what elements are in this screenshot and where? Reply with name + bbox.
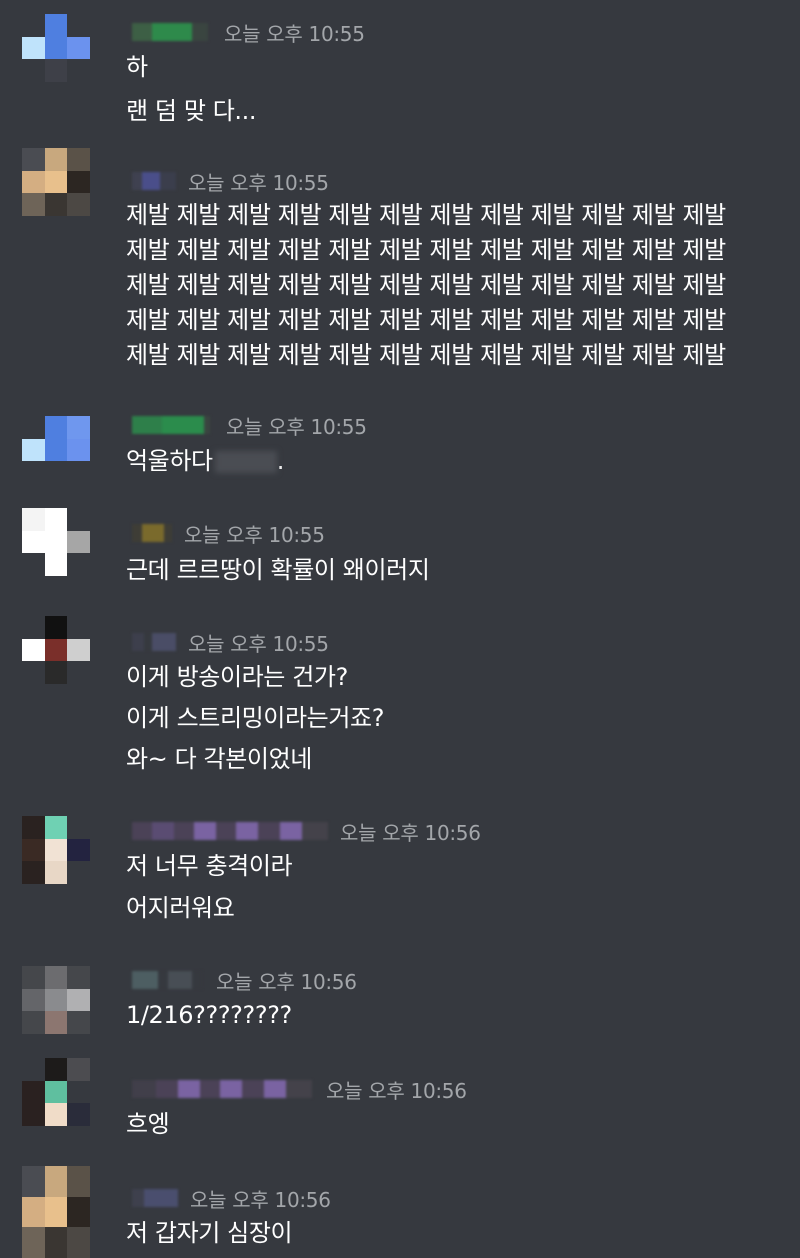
avatar[interactable]: [22, 1058, 90, 1126]
timestamp: 오늘 오후 10:56: [190, 1187, 331, 1212]
avatar[interactable]: [22, 616, 90, 684]
avatar[interactable]: [22, 148, 90, 216]
message-text: 이게 스트리밍이라는거죠?: [126, 704, 385, 732]
avatar[interactable]: [22, 816, 90, 884]
message-text: 어지러워요: [126, 894, 235, 922]
username[interactable]: [132, 524, 172, 542]
username[interactable]: [132, 172, 176, 190]
message-text: 와~ 다 각본이었네: [126, 745, 312, 773]
message-text: 저 너무 충격이라: [126, 852, 293, 880]
timestamp: 오늘 오후 10:56: [216, 969, 357, 994]
message-text: 제발 제발 제발 제발 제발 제발 제발 제발 제발 제발 제발 제발: [126, 201, 726, 229]
message-text: 제발 제발 제발 제발 제발 제발 제발 제발 제발 제발 제발 제발: [126, 236, 726, 264]
timestamp: 오늘 오후 10:55: [224, 21, 365, 46]
message-text: 흐엥: [126, 1110, 170, 1138]
timestamp: 오늘 오후 10:56: [326, 1078, 467, 1103]
username[interactable]: [132, 633, 176, 651]
username[interactable]: [132, 23, 208, 41]
message-text: 억울하다.: [126, 444, 284, 478]
message-text: 근데 르르땅이 확률이 왜이러지: [126, 556, 430, 584]
avatar[interactable]: [22, 416, 90, 484]
message-text: 제발 제발 제발 제발 제발 제발 제발 제발 제발 제발 제발 제발: [126, 306, 726, 334]
timestamp: 오늘 오후 10:56: [340, 820, 481, 845]
message-text: 랜 덤 맞 다...: [126, 97, 257, 125]
message-text: 1/216????????: [126, 1001, 292, 1029]
timestamp: 오늘 오후 10:55: [188, 170, 329, 195]
message-text-content: 억울하다: [126, 447, 213, 475]
avatar[interactable]: [22, 966, 90, 1034]
message-text: 제발 제발 제발 제발 제발 제발 제발 제발 제발 제발 제발 제발: [126, 271, 726, 299]
avatar[interactable]: [22, 1166, 90, 1258]
username[interactable]: [132, 822, 328, 840]
message-text: 하: [126, 53, 148, 81]
username[interactable]: [132, 971, 202, 989]
timestamp: 오늘 오후 10:55: [226, 414, 367, 439]
message-text-trail: .: [276, 447, 285, 475]
username[interactable]: [132, 416, 210, 434]
username[interactable]: [132, 1189, 178, 1207]
message-text: 제발 제발 제발 제발 제발 제발 제발 제발 제발 제발 제발 제발: [126, 341, 726, 369]
message-text: 이게 방송이라는 건가?: [126, 663, 348, 691]
message-text: 저 갑자기 심장이: [126, 1219, 293, 1247]
avatar[interactable]: [22, 14, 90, 82]
timestamp: 오늘 오후 10:55: [188, 631, 329, 656]
avatar[interactable]: [22, 508, 90, 576]
username[interactable]: [132, 1080, 312, 1098]
redacted-text: [214, 451, 277, 473]
timestamp: 오늘 오후 10:55: [184, 522, 325, 547]
